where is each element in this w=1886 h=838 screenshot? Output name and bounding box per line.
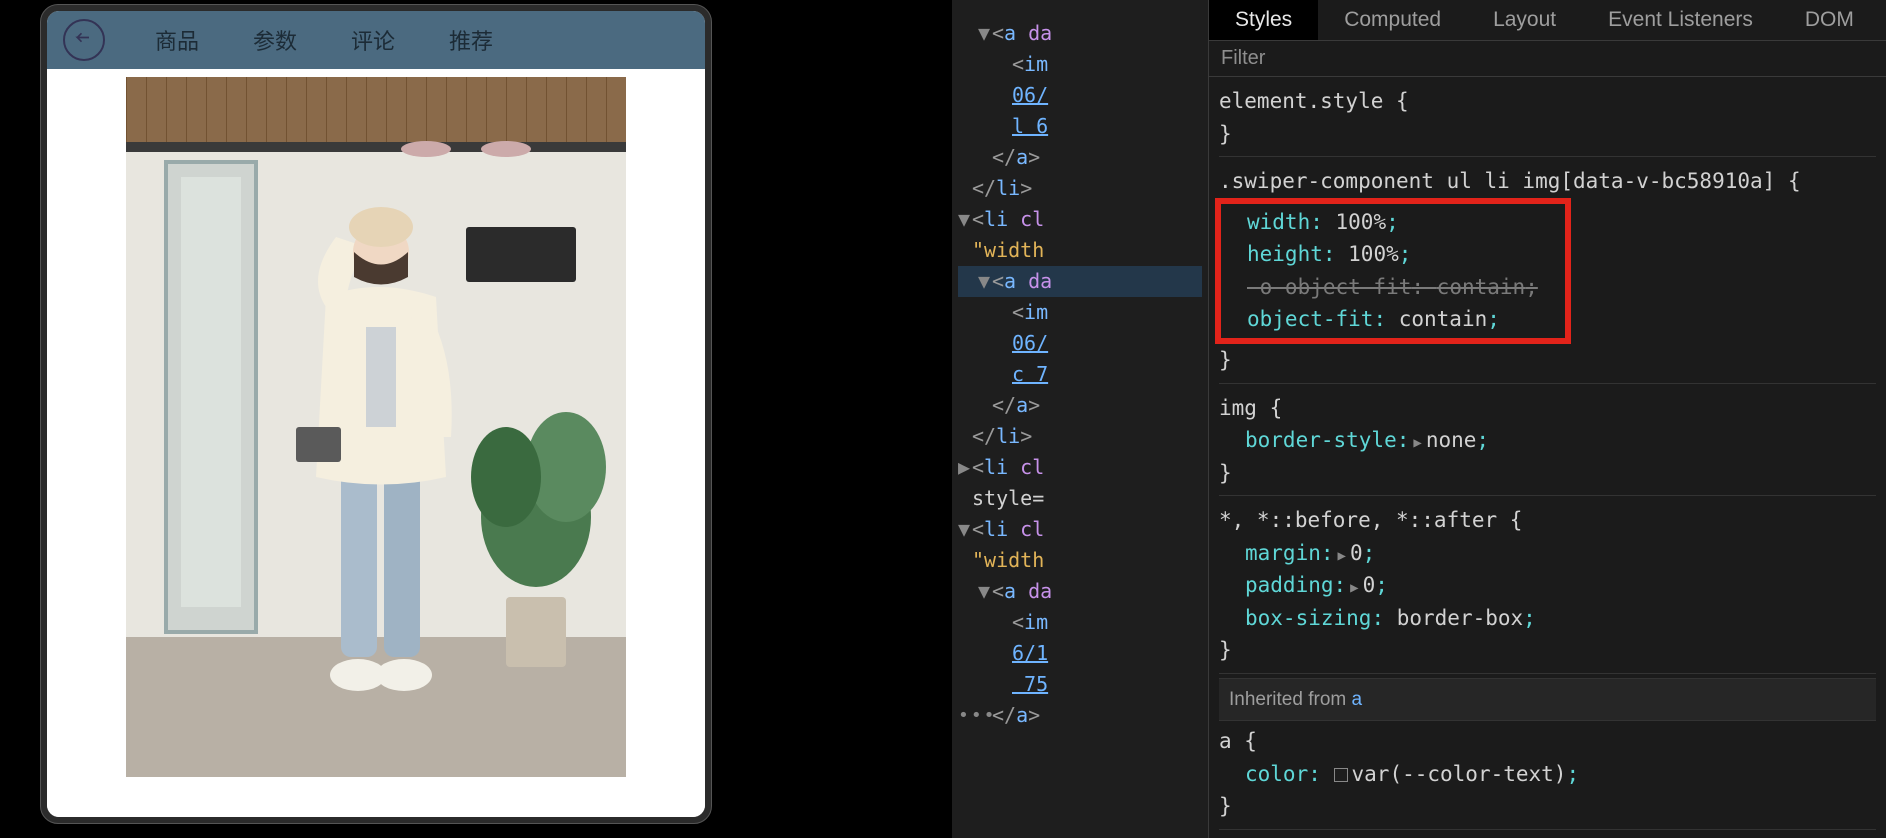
mobile-titlebar: 商品 参数 评论 推荐	[47, 11, 705, 69]
collapsed-ellipsis-icon: •••	[958, 702, 997, 730]
css-rule[interactable]: element.style {}	[1219, 81, 1876, 157]
dom-tree-line[interactable]: 6/1	[958, 638, 1202, 669]
tab-recommend[interactable]: 推荐	[449, 24, 493, 56]
css-rule[interactable]: img {border-style:▶none;}	[1219, 388, 1876, 497]
mobile-preview-window: 商品 参数 评论 推荐	[40, 4, 712, 824]
dom-tree-line[interactable]: "width	[958, 235, 1202, 266]
styles-filter[interactable]: Filter	[1209, 41, 1886, 77]
dom-tree-line[interactable]: ▼<a da	[958, 18, 1202, 49]
tab-layout[interactable]: Layout	[1467, 0, 1582, 40]
dom-tree-line[interactable]: 06/	[958, 80, 1202, 111]
tab-dom[interactable]: DOM	[1779, 0, 1880, 40]
rules-list[interactable]: element.style {}.swiper-component ul li …	[1209, 77, 1886, 838]
css-rule[interactable]: a {color: var(--color-text);}	[1219, 721, 1876, 830]
product-image-area	[47, 69, 705, 817]
tab-event-listeners[interactable]: Event Listeners	[1582, 0, 1779, 40]
dom-tree-line[interactable]: "width	[958, 545, 1202, 576]
mobile-viewport: 商品 参数 评论 推荐	[47, 11, 705, 817]
css-rule[interactable]: .swiper-component ul li img[data-v-bc589…	[1219, 161, 1876, 383]
dom-tree-line[interactable]: </li>	[958, 421, 1202, 452]
dom-tree-line[interactable]: style=	[958, 483, 1202, 514]
styles-tabs: Styles Computed Layout Event Listeners D…	[1209, 0, 1886, 41]
tab-styles[interactable]: Styles	[1209, 0, 1318, 40]
filter-placeholder: Filter	[1221, 43, 1265, 74]
dom-tree-line[interactable]: </a>	[958, 390, 1202, 421]
dom-tree-line[interactable]: ▼<li cl	[958, 514, 1202, 545]
tab-product[interactable]: 商品	[155, 24, 199, 56]
dom-tree-line[interactable]: ▼<a da	[958, 266, 1202, 297]
dom-tree-line[interactable]: </li>	[958, 173, 1202, 204]
dom-tree-line[interactable]: </a>	[958, 142, 1202, 173]
dom-tree-line[interactable]: 75	[958, 669, 1202, 700]
dom-tree-line[interactable]: 06/	[958, 328, 1202, 359]
styles-panel: Styles Computed Layout Event Listeners D…	[1208, 0, 1886, 838]
tab-params[interactable]: 参数	[253, 24, 297, 56]
mobile-tabs: 商品 参数 评论 推荐	[155, 24, 493, 56]
dom-tree-line[interactable]: ▼<li cl	[958, 204, 1202, 235]
dom-tree-line[interactable]: l 6	[958, 111, 1202, 142]
tab-reviews[interactable]: 评论	[351, 24, 395, 56]
dom-tree-line[interactable]: c 7	[958, 359, 1202, 390]
elements-panel[interactable]: ••• ▼<a da <im 06/ l 6 </a> </li>▼<li cl…	[952, 0, 1208, 838]
dom-tree-line[interactable]: <im	[958, 49, 1202, 80]
dom-tree-line[interactable]: ▶<li cl	[958, 452, 1202, 483]
back-arrow-icon	[74, 30, 94, 50]
product-photo	[126, 77, 626, 777]
tab-computed[interactable]: Computed	[1318, 0, 1467, 40]
dom-tree-line[interactable]: ▼<a da	[958, 576, 1202, 607]
back-button[interactable]	[63, 19, 105, 61]
dom-tree-line[interactable]: <im	[958, 297, 1202, 328]
devtools: ••• ▼<a da <im 06/ l 6 </a> </li>▼<li cl…	[952, 0, 1886, 838]
inherited-from-label: Inherited from a	[1219, 678, 1876, 721]
dom-tree-line[interactable]: <im	[958, 607, 1202, 638]
css-rule[interactable]: *, *::before, *::after {margin:▶0;paddin…	[1219, 500, 1876, 674]
